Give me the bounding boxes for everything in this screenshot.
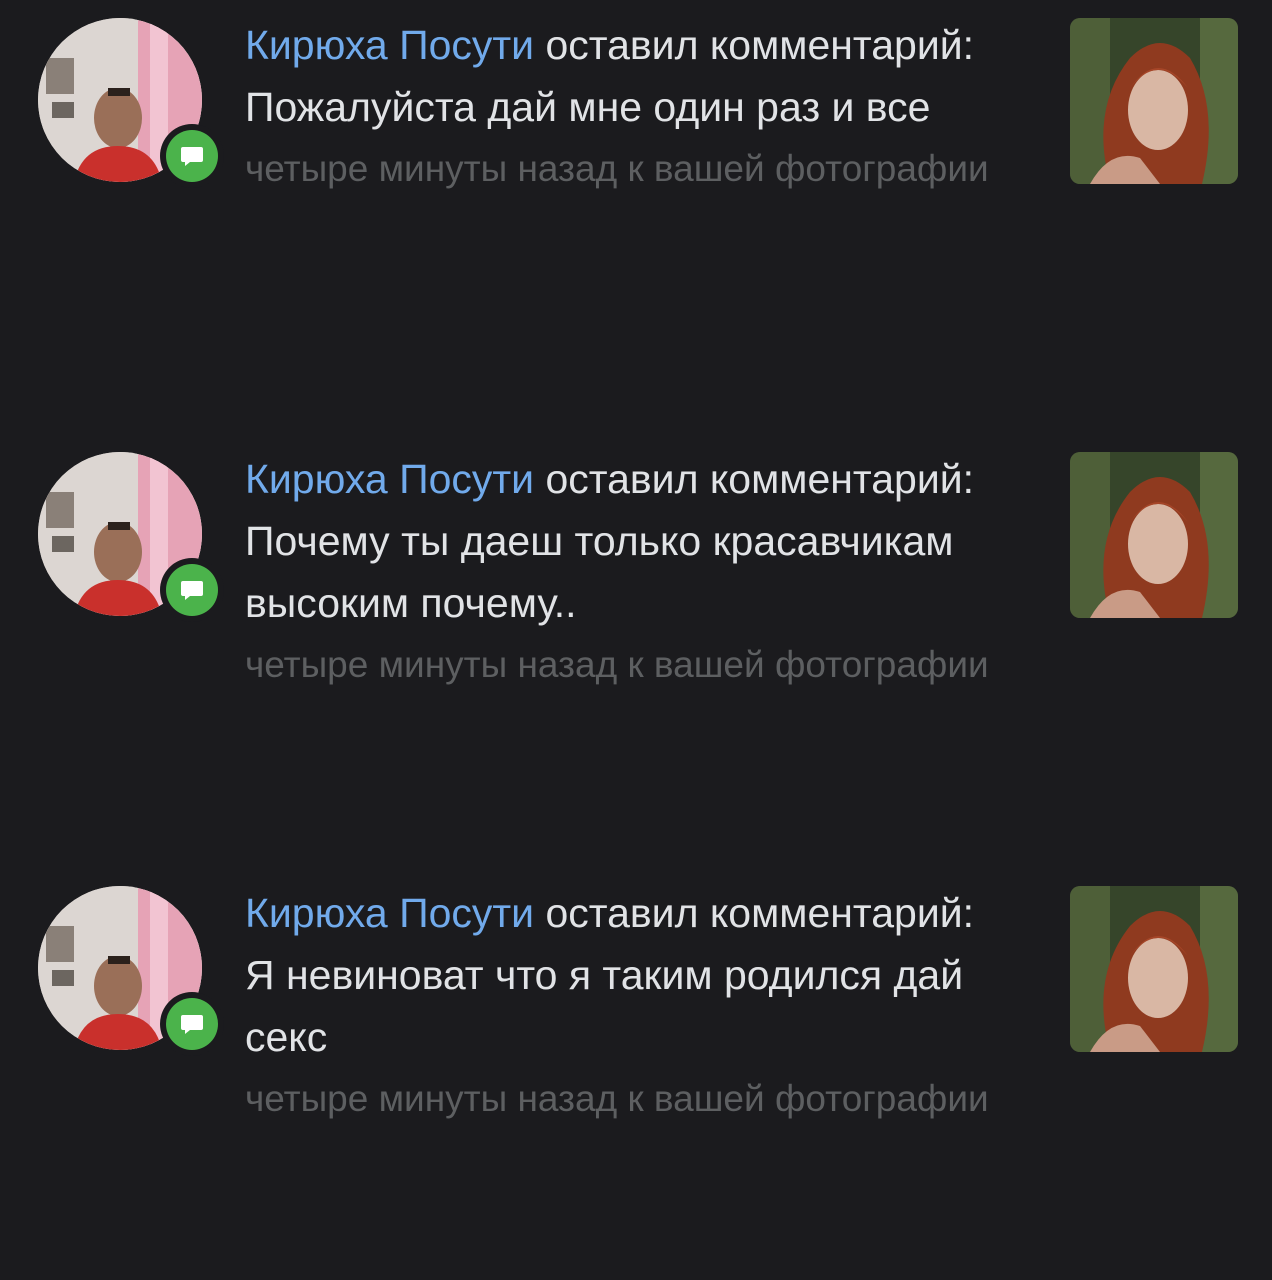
notification-text: Кирюха Посути оставил комментарий: Пожал… xyxy=(245,14,1035,198)
comment-badge xyxy=(160,124,224,188)
avatar-container[interactable] xyxy=(38,886,224,1056)
avatar-container[interactable] xyxy=(38,452,224,622)
comment-text: Почему ты даеш только красавчикам высоки… xyxy=(245,518,954,626)
notifications-feed: Кирюха Посути оставил комментарий: Пожал… xyxy=(0,0,1272,1280)
author-link[interactable]: Кирюха Посути xyxy=(245,890,534,936)
comment-text: Пожалуйста дай мне один раз и все xyxy=(245,84,931,130)
action-text: оставил комментарий: xyxy=(545,456,975,502)
notification-text: Кирюха Посути оставил комментарий: Я нев… xyxy=(245,882,1035,1128)
comment-badge xyxy=(160,992,224,1056)
author-link[interactable]: Кирюха Посути xyxy=(245,22,534,68)
comment-text: Я невиноват что я таким родился дай секс xyxy=(245,952,964,1060)
notification-item[interactable]: Кирюха Посути оставил комментарий: Я нев… xyxy=(0,868,1272,1268)
avatar-container[interactable] xyxy=(38,18,224,188)
notification-text: Кирюха Посути оставил комментарий: Почем… xyxy=(245,448,1035,694)
comment-badge xyxy=(160,558,224,622)
time-context[interactable]: четыре минуты назад к вашей фотографии xyxy=(245,140,1035,198)
notification-item[interactable]: Кирюха Посути оставил комментарий: Почем… xyxy=(0,434,1272,834)
notification-item[interactable]: Кирюха Посути оставил комментарий: Пожал… xyxy=(0,0,1272,400)
photo-image xyxy=(1070,452,1238,618)
photo-thumbnail[interactable] xyxy=(1070,452,1238,618)
comment-bubble-icon xyxy=(166,564,218,616)
author-link[interactable]: Кирюха Посути xyxy=(245,456,534,502)
time-context[interactable]: четыре минуты назад к вашей фотографии xyxy=(245,1070,1035,1128)
photo-thumbnail[interactable] xyxy=(1070,886,1238,1052)
comment-bubble-icon xyxy=(166,998,218,1050)
photo-thumbnail[interactable] xyxy=(1070,18,1238,184)
photo-image xyxy=(1070,886,1238,1052)
action-text: оставил комментарий: xyxy=(545,22,975,68)
comment-bubble-icon xyxy=(166,130,218,182)
time-context[interactable]: четыре минуты назад к вашей фотографии xyxy=(245,636,1035,694)
action-text: оставил комментарий: xyxy=(545,890,975,936)
photo-image xyxy=(1070,18,1238,184)
